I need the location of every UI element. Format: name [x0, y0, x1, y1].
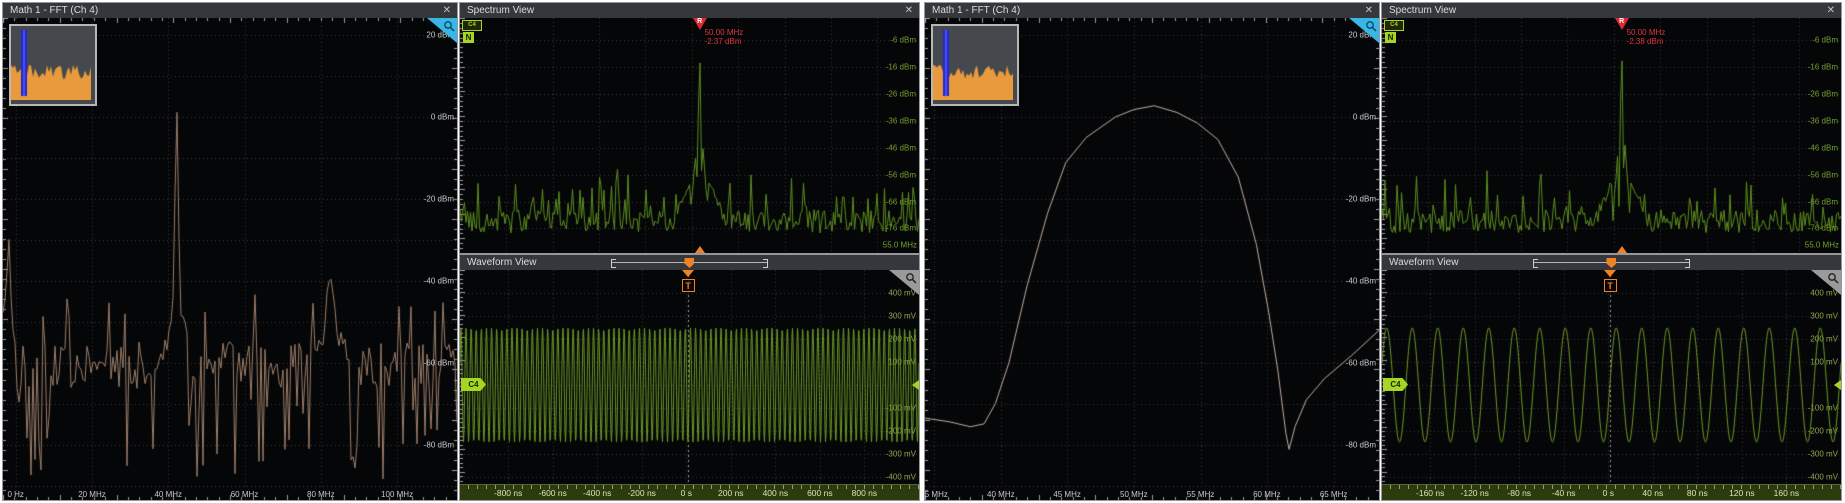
- scrollbar-right-bracket[interactable]: [763, 259, 768, 268]
- waveform-titlebar[interactable]: Waveform View: [1382, 255, 1841, 271]
- trigger-position-marker[interactable]: T: [1603, 270, 1617, 292]
- right-column: Spectrum View ✕ -6 dBm-16 dBm-26 dBm-36 …: [1381, 2, 1842, 501]
- fft-overview-thumbnail[interactable]: [931, 24, 1019, 106]
- marker-amplitude: -2.37 dBm: [705, 37, 744, 46]
- close-icon[interactable]: ✕: [905, 3, 913, 18]
- channel-tag[interactable]: C4: [1384, 20, 1404, 31]
- fft-window: Math 1 - FFT (Ch 4) ✕ 20 dBm0 dBm-20 dBm…: [924, 2, 1380, 501]
- spectrum-window-title: Spectrum View: [467, 3, 534, 18]
- marker-readout: 50.00 MHz -2.37 dBm: [705, 28, 744, 46]
- panel-group-right: Math 1 - FFT (Ch 4) ✕ 20 dBm0 dBm-20 dBm…: [924, 2, 1843, 501]
- waveform-titlebar[interactable]: Waveform View: [460, 255, 919, 271]
- waveform-time-axis-label: 80 ns: [1687, 488, 1708, 498]
- trigger-label: T: [682, 279, 695, 292]
- waveform-time-axis-label: -80 ns: [1507, 488, 1531, 498]
- waveform-time-axis-label: 160 ns: [1774, 488, 1800, 498]
- magnifier-glyph: [905, 272, 917, 284]
- spectrum-titlebar[interactable]: Spectrum View ✕: [460, 3, 919, 19]
- trigger-label: T: [1604, 279, 1617, 292]
- fft-titlebar[interactable]: Math 1 - FFT (Ch 4) ✕: [3, 3, 457, 19]
- spectrum-trace-canvas[interactable]: [460, 18, 919, 253]
- channel-tag[interactable]: C4: [462, 20, 482, 31]
- fft-window: Math 1 - FFT (Ch 4) ✕ 20 dBm0 dBm-20 dBm…: [2, 2, 458, 501]
- spectrum-window: Spectrum View ✕ -6 dBm-16 dBm-26 dBm-36 …: [1381, 2, 1842, 254]
- spectrum-plot-area[interactable]: -6 dBm-16 dBm-26 dBm-36 dBm-46 dBm-56 dB…: [1382, 18, 1841, 253]
- waveform-plot-area[interactable]: 400 mV300 mV200 mV100 mV-100 mV-200 mV-3…: [1382, 270, 1841, 485]
- spectrum-window: Spectrum View ✕ -6 dBm-16 dBm-26 dBm-36 …: [459, 2, 920, 254]
- waveform-time-axis-label: -600 ns: [539, 488, 567, 498]
- fft-overview-thumbnail[interactable]: [9, 24, 97, 106]
- center-frequency-marker-icon[interactable]: [1617, 246, 1627, 253]
- waveform-time-axis-label: 400 ns: [763, 488, 789, 498]
- fft-window-title: Math 1 - FFT (Ch 4): [932, 3, 1020, 18]
- fft-thumbnail-canvas: [933, 26, 1013, 100]
- spectrum-trace-canvas[interactable]: [1382, 18, 1841, 253]
- waveform-window: Waveform View 400 mV300 mV200 mV100 mV-1…: [1381, 254, 1842, 501]
- marker-frequency: 50.00 MHz: [705, 28, 744, 37]
- normal-trace-badge[interactable]: N: [1385, 32, 1396, 43]
- fft-window-title: Math 1 - FFT (Ch 4): [10, 3, 98, 18]
- scrollbar-left-bracket[interactable]: [1533, 259, 1538, 268]
- magnifier-glyph: [443, 20, 455, 32]
- waveform-trace-canvas[interactable]: [1382, 270, 1841, 485]
- trigger-arrow-icon: [682, 270, 694, 277]
- ground-level-arrow-icon[interactable]: [1834, 380, 1841, 390]
- waveform-time-axis-label: 200 ns: [718, 488, 744, 498]
- waveform-time-axis-label: 0 s: [1603, 488, 1614, 498]
- waveform-time-axis-label: 800 ns: [852, 488, 878, 498]
- scrollbar-trigger-marker-icon[interactable]: [684, 258, 694, 268]
- fft-plot-area[interactable]: 20 dBm0 dBm-20 dBm-40 dBm-60 dBm-80 dBm0…: [3, 18, 457, 500]
- right-column: Spectrum View ✕ -6 dBm-16 dBm-26 dBm-36 …: [459, 2, 920, 501]
- waveform-time-axis-label: 40 ns: [1642, 488, 1663, 498]
- waveform-time-axis-label: 600 ns: [807, 488, 833, 498]
- close-icon[interactable]: ✕: [443, 3, 451, 18]
- scrollbar-right-bracket[interactable]: [1685, 259, 1690, 268]
- spectrum-titlebar[interactable]: Spectrum View ✕: [1382, 3, 1841, 19]
- spectrum-window-title: Spectrum View: [1389, 3, 1456, 18]
- waveform-plot-area[interactable]: 400 mV300 mV200 mV100 mV-100 mV-200 mV-3…: [460, 270, 919, 485]
- trigger-arrow-icon: [1604, 270, 1616, 277]
- trigger-position-marker[interactable]: T: [681, 270, 695, 292]
- waveform-window-title: Waveform View: [1389, 255, 1458, 270]
- reference-marker-letter: R: [1615, 18, 1629, 25]
- panel-group-left: Math 1 - FFT (Ch 4) ✕ 20 dBm0 dBm-20 dBm…: [2, 2, 920, 501]
- ground-level-arrow-icon[interactable]: [912, 380, 919, 390]
- waveform-time-axis-label: -200 ns: [628, 488, 656, 498]
- fft-thumbnail-canvas: [11, 26, 91, 100]
- waveform-time-axis-label: -400 ns: [583, 488, 611, 498]
- magnifier-glyph: [1365, 20, 1377, 32]
- waveform-time-axis-label: -120 ns: [1461, 488, 1489, 498]
- magnifier-glyph: [1827, 272, 1839, 284]
- spectrum-plot-area[interactable]: -6 dBm-16 dBm-26 dBm-36 dBm-46 dBm-56 dB…: [460, 18, 919, 253]
- close-icon[interactable]: ✕: [1827, 3, 1835, 18]
- waveform-time-axis-label: -160 ns: [1416, 488, 1444, 498]
- scrollbar-trigger-marker-icon[interactable]: [1606, 258, 1616, 268]
- waveform-window: Waveform View 400 mV300 mV200 mV100 mV-1…: [459, 254, 920, 501]
- time-axis-strip: -800 ns -600 ns -400 ns -200 ns 0 s 200 ns 400…: [460, 484, 919, 500]
- waveform-window-title: Waveform View: [467, 255, 536, 270]
- marker-readout: 50.00 MHz -2.38 dBm: [1627, 28, 1666, 46]
- waveform-time-axis-label: 0 s: [681, 488, 692, 498]
- marker-amplitude: -2.38 dBm: [1627, 37, 1666, 46]
- waveform-time-axis-label: -40 ns: [1552, 488, 1576, 498]
- horizontal-pan-scrollbar[interactable]: [1533, 258, 1689, 267]
- fft-plot-area[interactable]: 20 dBm0 dBm-20 dBm-40 dBm-60 dBm-80 dBm3…: [925, 18, 1379, 500]
- close-icon[interactable]: ✕: [1365, 3, 1373, 18]
- horizontal-pan-scrollbar[interactable]: [611, 258, 767, 267]
- marker-frequency: 50.00 MHz: [1627, 28, 1666, 37]
- waveform-time-axis-label: -800 ns: [494, 488, 522, 498]
- waveform-time-axis-label: 120 ns: [1729, 488, 1755, 498]
- time-axis-strip: -160 ns -120 ns -80 ns -40 ns 0 s 40 ns 80 ns 1…: [1382, 484, 1841, 500]
- scrollbar-left-bracket[interactable]: [611, 259, 616, 268]
- fft-titlebar[interactable]: Math 1 - FFT (Ch 4) ✕: [925, 3, 1379, 19]
- normal-trace-badge[interactable]: N: [463, 32, 474, 43]
- reference-marker-letter: R: [693, 18, 707, 25]
- waveform-trace-canvas[interactable]: [460, 270, 919, 485]
- center-frequency-marker-icon[interactable]: [695, 246, 705, 253]
